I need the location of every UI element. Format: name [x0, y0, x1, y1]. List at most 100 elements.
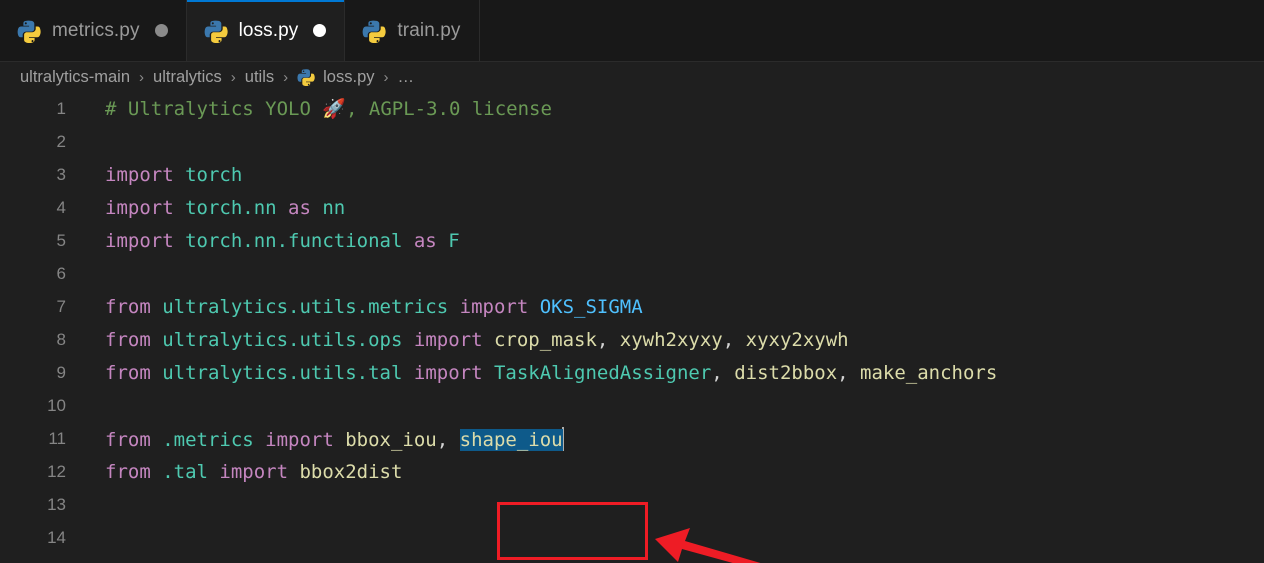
code-line[interactable]: 5 import torch.nn.functional as F	[0, 224, 1264, 257]
code-line[interactable]: 10	[0, 389, 1264, 422]
breadcrumb-label: ultralytics	[153, 67, 222, 86]
code-token: import	[459, 295, 540, 318]
line-number: 3	[56, 164, 66, 184]
breadcrumb-label: ultralytics-main	[20, 67, 131, 86]
code-line[interactable]: 2	[0, 125, 1264, 158]
code-line[interactable]: 4 import torch.nn as nn	[0, 191, 1264, 224]
line-number: 8	[56, 329, 66, 349]
code-token: .tal	[162, 460, 220, 483]
breadcrumb-item-0[interactable]: ultralytics-main	[20, 68, 130, 87]
code-line[interactable]: 12 from .tal import bbox2dist	[0, 455, 1264, 488]
code-content: from ultralytics.utils.metrics import OK…	[66, 296, 643, 318]
tab-label: metrics.py	[52, 19, 140, 41]
code-token: xyxy2xywh	[745, 328, 849, 351]
code-token: ultralytics.utils.tal	[162, 361, 414, 384]
code-content: from ultralytics.utils.tal import TaskAl…	[66, 362, 997, 384]
code-token: import	[413, 361, 494, 384]
code-token: import	[105, 196, 186, 219]
code-token: as	[402, 229, 449, 252]
selected-token: shape_iou	[459, 428, 563, 451]
breadcrumb-item-4[interactable]: …	[398, 68, 415, 87]
code-line[interactable]: 1 # Ultralytics YOLO 🚀, AGPL-3.0 license	[0, 92, 1264, 125]
line-number: 4	[56, 197, 66, 217]
line-number: 9	[56, 362, 66, 382]
python-icon	[204, 19, 228, 43]
code-line[interactable]: 9 from ultralytics.utils.tal import TaskA…	[0, 356, 1264, 389]
breadcrumb-separator: ›	[383, 68, 389, 86]
breadcrumb-item-3[interactable]: loss.py	[297, 67, 375, 87]
code-content: from .metrics import bbox_iou, shape_iou	[66, 426, 564, 451]
tab-label: train.py	[397, 19, 461, 41]
code-token: torch.nn.functional	[185, 229, 403, 252]
code-token: F	[448, 229, 460, 252]
code-line[interactable]: 6	[0, 257, 1264, 290]
breadcrumb-label: …	[397, 67, 415, 86]
code-line[interactable]: 3 import torch	[0, 158, 1264, 191]
code-token: ,	[436, 428, 460, 451]
code-line[interactable]: 8 from ultralytics.utils.ops import crop_…	[0, 323, 1264, 356]
breadcrumb-item-2[interactable]: utils	[245, 68, 274, 87]
code-token: (	[322, 560, 333, 563]
code-token: ,	[837, 361, 861, 384]
code-line[interactable]: 11 from .metrics import bbox_iou, shape_i…	[0, 422, 1264, 455]
code-token: ultralytics.utils.metrics	[162, 295, 460, 318]
code-line[interactable]: 13	[0, 488, 1264, 521]
code-token: from	[105, 295, 163, 318]
breadcrumb-separator: ›	[230, 68, 236, 86]
line-number: 14	[47, 527, 66, 547]
line-number: 10	[47, 395, 66, 415]
breadcrumb-item-1[interactable]: ultralytics	[153, 68, 222, 87]
code-token: dist2bbox	[734, 361, 838, 384]
code-token: from	[105, 361, 163, 384]
python-icon	[363, 20, 387, 43]
breadcrumb-separator: ›	[283, 68, 289, 86]
python-icon	[17, 19, 41, 43]
line-number: 5	[56, 230, 66, 250]
python-icon	[362, 19, 387, 43]
code-token: ):	[437, 560, 460, 563]
unsaved-changes-dot[interactable]	[154, 24, 168, 37]
breadcrumb-separator: ›	[139, 68, 145, 86]
code-content: from ultralytics.utils.ops import crop_m…	[66, 329, 849, 351]
code-line[interactable]: 7 from ultralytics.utils.metrics import O…	[0, 290, 1264, 323]
code-token: ,	[596, 328, 620, 351]
code-line[interactable]: 14	[0, 521, 1264, 554]
code-token: from	[105, 428, 163, 451]
code-token: bbox2dist	[299, 460, 403, 483]
line-number: 6	[56, 263, 66, 283]
code-token: make_anchors	[860, 361, 998, 384]
python-icon	[17, 20, 41, 43]
code-token: VarifocalLoss	[174, 560, 323, 563]
code-token: from	[105, 460, 163, 483]
line-number: 7	[56, 296, 66, 316]
editor-tab-train-py[interactable]: train.py	[345, 0, 480, 61]
code-token: class	[105, 560, 174, 563]
editor-tab-metrics-py[interactable]: metrics.py	[0, 0, 187, 61]
breadcrumb-label: utils	[244, 67, 275, 86]
code-editor[interactable]: 1 # Ultralytics YOLO 🚀, AGPL-3.0 license 2…	[0, 92, 1264, 563]
code-token: import	[265, 428, 346, 451]
python-icon	[204, 20, 228, 43]
code-token: ultralytics.utils.ops	[162, 328, 414, 351]
code-token: xywh2xyxy	[619, 328, 723, 351]
breadcrumb-label: loss.py	[323, 67, 375, 86]
code-token: as	[276, 196, 323, 219]
editor-tab-loss-py[interactable]: loss.py	[186, 0, 346, 61]
line-number: 12	[47, 461, 66, 481]
python-icon	[297, 69, 315, 86]
code-token: bbox_iou	[345, 428, 437, 451]
code-token: .metrics	[162, 428, 266, 451]
code-token: import	[219, 460, 300, 483]
line-number: 13	[47, 494, 66, 514]
code-content: import torch.nn as nn	[66, 197, 345, 219]
code-token: Module	[368, 560, 437, 563]
code-content: class VarifocalLoss(nn.Module):	[66, 560, 460, 563]
code-line[interactable]: 15class VarifocalLoss(nn.Module):	[0, 554, 1264, 563]
code-token: crop_mask	[493, 328, 597, 351]
unsaved-changes-dot[interactable]	[313, 24, 327, 37]
code-token: from	[105, 328, 163, 351]
code-token: nn	[334, 560, 357, 563]
breadcrumb: ultralytics-main › ultralytics › utils › loss.…	[0, 62, 1264, 92]
code-content: import torch	[66, 164, 242, 186]
code-token: OKS_SIGMA	[539, 295, 643, 318]
